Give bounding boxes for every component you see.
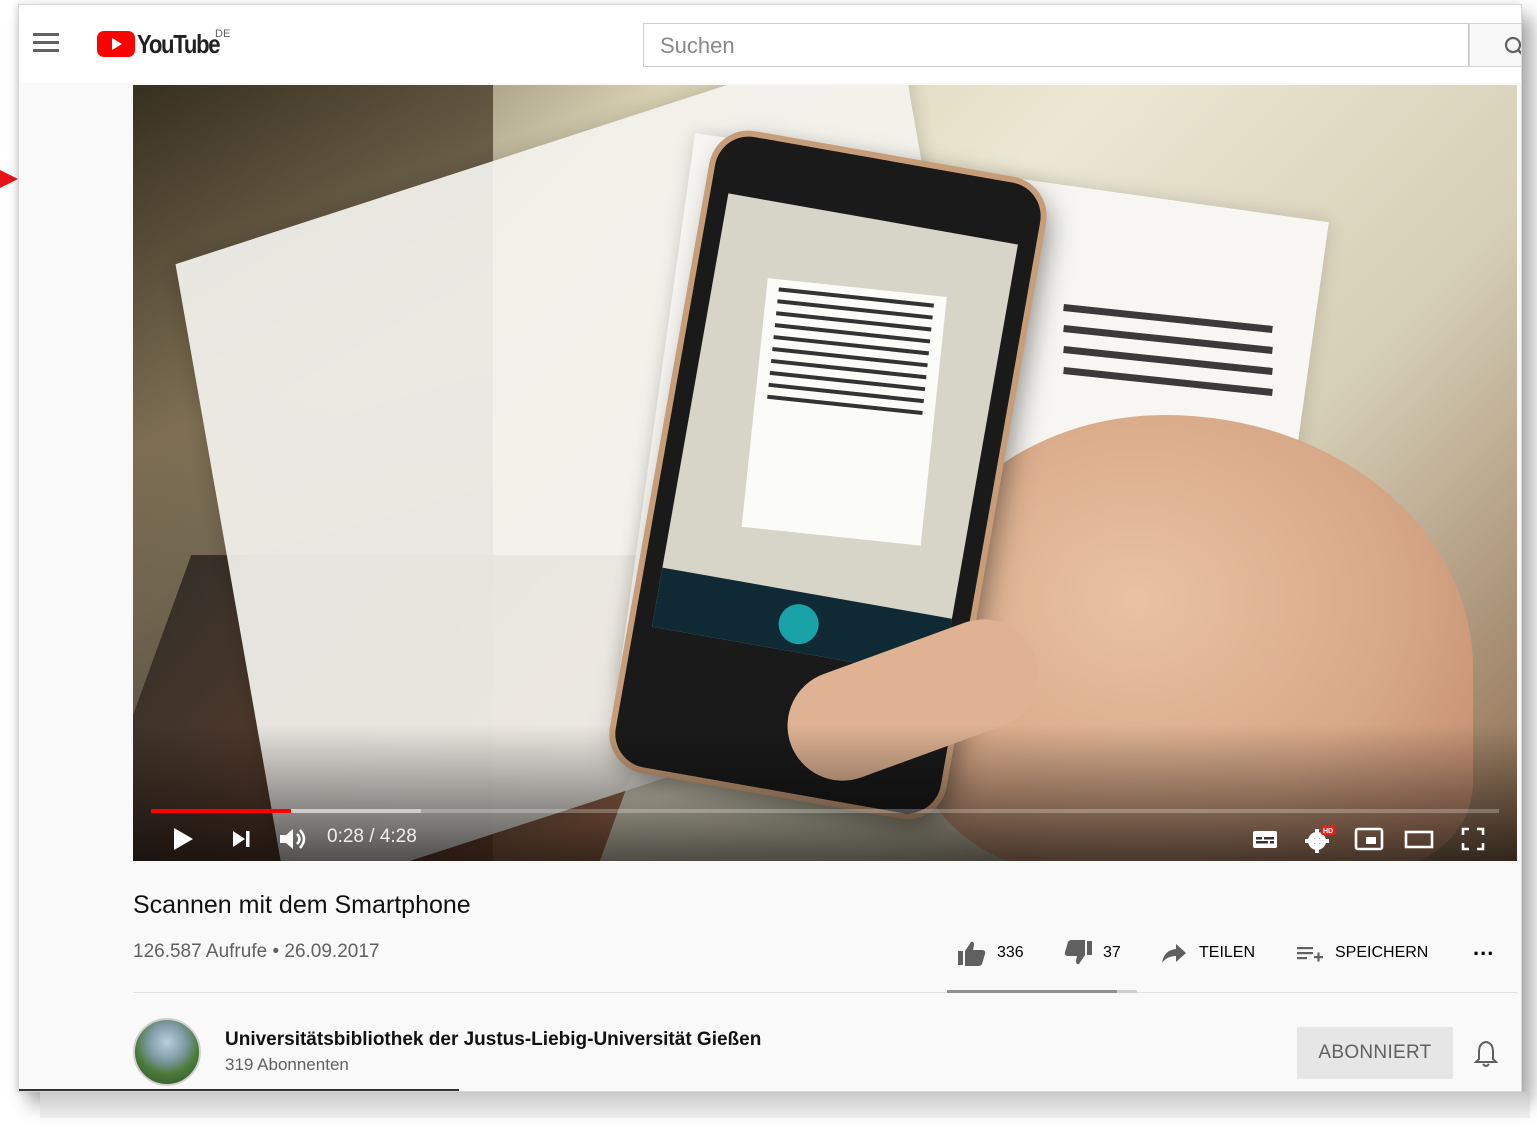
share-button[interactable]: TEILEN <box>1159 939 1255 967</box>
settings-button[interactable]: HD <box>1303 825 1337 860</box>
settings-hd-icon: HD <box>1305 825 1335 853</box>
video-meta: 126.587 Aufrufe • 26.09.2017 <box>133 941 380 962</box>
next-icon <box>233 831 250 847</box>
volume-button[interactable] <box>277 825 309 858</box>
channel-avatar[interactable] <box>133 1018 201 1086</box>
next-button[interactable] <box>229 825 253 858</box>
browser-page: YouTube DE Suchen 0:28 / 4:28 HD Scannen… <box>18 4 1522 1092</box>
theater-mode-button[interactable] <box>1403 825 1435 858</box>
search-input[interactable]: Suchen <box>643 23 1469 67</box>
channel-name[interactable]: Universitätsbibliothek der Justus-Liebig… <box>225 1029 761 1051</box>
like-button[interactable]: 336 <box>957 939 1024 967</box>
add-to-playlist-icon <box>1297 947 1323 962</box>
subscriber-count: 319 Abonnenten <box>225 1055 349 1074</box>
bell-icon <box>1473 1040 1499 1067</box>
search-icon <box>1504 36 1521 55</box>
more-actions-button[interactable]: ... <box>1473 935 1494 961</box>
volume-icon <box>280 829 306 849</box>
region-code: DE <box>215 28 231 40</box>
miniplayer-button[interactable] <box>1353 825 1385 858</box>
thumbs-down-icon <box>1064 940 1092 965</box>
video-title: Scannen mit dem Smartphone <box>133 891 471 919</box>
progress-bar[interactable] <box>151 809 1499 813</box>
subtitles-button[interactable] <box>1251 825 1279 858</box>
played-bar <box>151 809 292 813</box>
notification-bell-button[interactable] <box>1473 1039 1499 1074</box>
sentiment-bar-dislike <box>1117 990 1137 993</box>
logo-text: YouTube <box>137 29 221 59</box>
youtube-play-icon <box>97 31 135 57</box>
like-count: 336 <box>997 944 1024 961</box>
theater-icon <box>1404 830 1434 849</box>
svg-text:HD: HD <box>1323 828 1333 835</box>
video-player[interactable]: 0:28 / 4:28 HD <box>133 85 1517 861</box>
page-shadow <box>40 1092 1530 1118</box>
save-button[interactable]: SPEICHERN <box>1295 939 1428 967</box>
fullscreen-button[interactable] <box>1459 825 1487 858</box>
subtitles-icon <box>1253 831 1277 848</box>
dislike-button[interactable]: 37 <box>1063 939 1121 967</box>
youtube-logo[interactable]: YouTube DE <box>97 28 234 59</box>
share-arrow-icon <box>1162 944 1186 963</box>
fullscreen-icon <box>1461 827 1485 851</box>
save-label: SPEICHERN <box>1335 944 1429 961</box>
dislike-count: 37 <box>1103 944 1121 961</box>
subscribe-button[interactable]: ABONNIERT <box>1297 1027 1453 1079</box>
miniplayer-icon <box>1354 827 1384 851</box>
masthead: YouTube DE Suchen <box>19 5 1521 83</box>
thumbs-up-icon <box>958 941 986 966</box>
play-button[interactable] <box>171 825 195 858</box>
bottom-rule <box>19 1089 459 1091</box>
time-display: 0:28 / 4:28 <box>327 826 417 847</box>
share-label: TEILEN <box>1199 944 1256 961</box>
divider <box>133 992 1517 993</box>
sentiment-bar <box>947 990 1137 993</box>
annotation-arrow-icon <box>0 170 18 188</box>
play-icon <box>174 828 193 850</box>
search-button[interactable] <box>1469 23 1521 67</box>
menu-icon[interactable] <box>33 33 59 53</box>
